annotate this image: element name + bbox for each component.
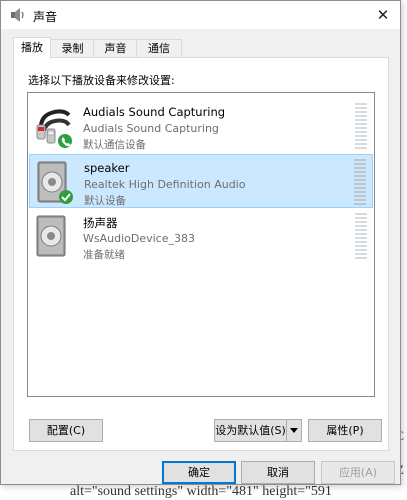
- volume-level-meter: [354, 159, 366, 205]
- instruction-text: 选择以下播放设备来修改设置:: [28, 74, 175, 87]
- cancel-button[interactable]: 取消: [241, 461, 315, 484]
- device-item-audials[interactable]: Audials Sound Capturing Audials Sound Ca…: [29, 99, 373, 153]
- background-page-text: alt="sound settings" width="481" height=…: [70, 484, 332, 499]
- device-description: Audials Sound Capturing: [83, 122, 219, 135]
- speaker-app-icon: [11, 8, 24, 22]
- device-item-wsaudio[interactable]: 扬声器 WsAudioDevice_383 准备就绪: [29, 209, 373, 263]
- ok-button[interactable]: 确定: [162, 461, 236, 484]
- device-description: WsAudioDevice_383: [83, 232, 195, 245]
- set-default-button[interactable]: 设为默认值(S): [214, 419, 302, 442]
- tab-playback[interactable]: 播放: [13, 37, 51, 59]
- tab-communications[interactable]: 通信: [136, 39, 182, 58]
- tab-recording[interactable]: 录制: [50, 39, 95, 58]
- device-description: Realtek High Definition Audio: [84, 178, 246, 191]
- tab-sounds[interactable]: 声音: [93, 39, 138, 58]
- sound-dialog: 声音 ✕ 播放 录制 声音 通信 选择以下播放设备来修改设置: Audials …: [0, 0, 401, 485]
- device-list[interactable]: Audials Sound Capturing Audials Sound Ca…: [27, 92, 375, 397]
- speaker-icon: [36, 215, 66, 257]
- set-default-label: 设为默认值(S): [215, 424, 286, 437]
- volume-level-meter: [355, 103, 367, 149]
- close-button[interactable]: ✕: [366, 1, 400, 29]
- playback-panel: 选择以下播放设备来修改设置: Audials Sound Capturing A…: [13, 57, 389, 451]
- device-item-speaker[interactable]: speaker Realtek High Definition Audio 默认…: [29, 154, 373, 208]
- device-name: 扬声器: [83, 216, 118, 230]
- properties-button[interactable]: 属性(P): [308, 419, 382, 442]
- device-status: 默认通信设备: [83, 139, 146, 151]
- device-status: 准备就绪: [83, 249, 125, 261]
- window-title: 声音: [33, 10, 58, 24]
- device-name: Audials Sound Capturing: [83, 105, 226, 119]
- device-name: speaker: [84, 161, 130, 175]
- rca-cable-icon: [36, 109, 72, 148]
- speaker-icon: [37, 161, 73, 204]
- device-status: 默认设备: [84, 195, 126, 207]
- apply-button: 应用(A): [321, 461, 395, 484]
- title-bar[interactable]: 声音 ✕: [1, 1, 400, 29]
- volume-level-meter: [355, 213, 367, 259]
- chevron-down-icon[interactable]: [286, 420, 301, 441]
- configure-button[interactable]: 配置(C): [29, 419, 103, 442]
